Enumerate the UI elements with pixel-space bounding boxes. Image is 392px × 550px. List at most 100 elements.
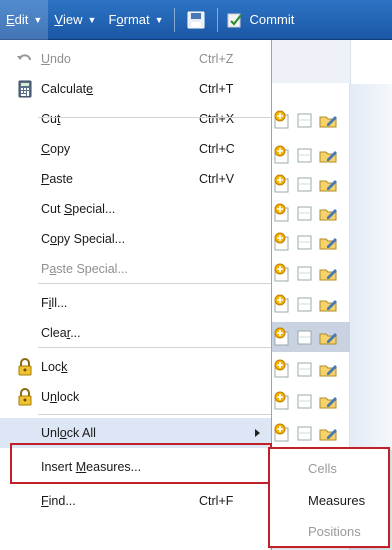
- folder-edit-icon[interactable]: [318, 391, 338, 411]
- folder-edit-icon[interactable]: [318, 359, 338, 379]
- folder-edit-icon[interactable]: [318, 263, 338, 283]
- menu-item-calculate[interactable]: Calculate Ctrl+T: [0, 74, 271, 104]
- menu-item-label: Paste: [41, 172, 73, 186]
- folder-edit-icon[interactable]: [318, 232, 338, 252]
- document-icon[interactable]: [295, 359, 315, 379]
- new-member-icon[interactable]: [272, 110, 292, 130]
- row-action-icons: [272, 258, 338, 288]
- menu-item-paste-special[interactable]: Paste Special...: [0, 254, 271, 284]
- menu-item-undo[interactable]: Undo Ctrl+Z: [0, 44, 271, 74]
- menu-item-label: Paste Special...: [41, 262, 128, 276]
- new-member-icon[interactable]: [272, 232, 292, 252]
- document-icon[interactable]: [295, 145, 315, 165]
- menu-edit[interactable]: Edit ▼: [0, 0, 49, 40]
- row-action-icons: [272, 227, 338, 257]
- calculator-icon: [18, 80, 32, 98]
- menu-format[interactable]: Fo rmat ▼: [102, 0, 169, 40]
- document-icon[interactable]: [295, 174, 315, 194]
- submenu-item-measures[interactable]: Measures: [270, 485, 388, 515]
- menu-item-label: Clear...: [41, 326, 81, 340]
- menu-item-shortcut: Ctrl+T: [199, 82, 234, 96]
- menu-item-shortcut: Ctrl+V: [199, 172, 235, 186]
- menu-format-pre: F: [108, 12, 117, 27]
- menu-item-shortcut: Ctrl+F: [199, 494, 234, 508]
- new-member-icon[interactable]: [272, 359, 292, 379]
- row-action-icons: [272, 418, 338, 448]
- commit-button[interactable]: Commit: [222, 11, 294, 29]
- menu-item-label: Cut: [41, 112, 61, 126]
- new-member-icon[interactable]: [272, 327, 292, 347]
- toolbar-separator: [216, 7, 218, 32]
- new-member-icon[interactable]: [272, 174, 292, 194]
- menu-item-find[interactable]: Find... Ctrl+F: [0, 486, 271, 516]
- unlock-all-submenu: Cells Measures Positions: [268, 447, 390, 548]
- folder-edit-icon[interactable]: [318, 145, 338, 165]
- menu-item-cut-special[interactable]: Cut Special...: [0, 194, 271, 224]
- folder-edit-icon[interactable]: [318, 203, 338, 223]
- menu-item-shortcut: Ctrl+C: [199, 142, 235, 156]
- menu-item-label: Lock: [41, 360, 68, 374]
- menu-edit-label: dit: [14, 12, 29, 27]
- row-action-icons: [272, 169, 338, 199]
- menu-separator: [38, 347, 271, 348]
- folder-edit-icon[interactable]: [318, 327, 338, 347]
- header-strip: [350, 40, 392, 84]
- menu-item-cut[interactable]: Cut Ctrl+X: [0, 104, 271, 134]
- lock-icon: [18, 358, 32, 376]
- folder-edit-icon[interactable]: [318, 294, 338, 314]
- menu-item-fill[interactable]: Fill...: [0, 288, 271, 318]
- new-member-icon[interactable]: [272, 423, 292, 443]
- chevron-right-icon: [255, 429, 260, 437]
- new-member-icon[interactable]: [272, 294, 292, 314]
- folder-edit-icon[interactable]: [318, 174, 338, 194]
- row-action-icons: [272, 105, 338, 135]
- menu-item-label: Cut Special...: [41, 202, 116, 216]
- menu-view-mnemonic: V: [54, 12, 63, 27]
- menu-item-label: Copy: [41, 142, 71, 156]
- new-member-icon[interactable]: [272, 263, 292, 283]
- menu-view-label: iew: [63, 12, 83, 27]
- menu-view[interactable]: View ▼: [48, 0, 102, 40]
- document-icon[interactable]: [295, 423, 315, 443]
- document-icon[interactable]: [295, 294, 315, 314]
- menu-item-shortcut: Ctrl+X: [199, 112, 235, 126]
- document-icon[interactable]: [295, 263, 315, 283]
- row-action-icons: [272, 386, 338, 416]
- menu-format-mnemonic: o: [116, 12, 124, 27]
- chevron-down-icon: ▼: [33, 14, 43, 25]
- row-action-icons: [272, 198, 338, 228]
- document-icon[interactable]: [295, 110, 315, 130]
- menu-item-label: Fill...: [41, 296, 68, 310]
- submenu-item-cells[interactable]: Cells: [270, 453, 388, 483]
- menu-item-label: Find...: [41, 494, 76, 508]
- document-icon[interactable]: [295, 391, 315, 411]
- folder-edit-icon[interactable]: [318, 110, 338, 130]
- menu-item-label: Undo: [41, 52, 71, 66]
- new-member-icon[interactable]: [272, 391, 292, 411]
- menu-item-copy[interactable]: Copy Ctrl+C: [0, 134, 271, 164]
- menu-item-unlock[interactable]: Unlock: [0, 382, 271, 412]
- menu-item-paste[interactable]: Paste Ctrl+V: [0, 164, 271, 194]
- menu-item-lock[interactable]: Lock: [0, 352, 271, 382]
- row-action-icons: [272, 354, 338, 384]
- document-icon[interactable]: [295, 327, 315, 347]
- menu-item-label: Unlock: [41, 390, 80, 404]
- menu-separator: [38, 414, 271, 415]
- folder-edit-icon[interactable]: [318, 423, 338, 443]
- new-member-icon[interactable]: [272, 145, 292, 165]
- save-icon[interactable]: [187, 11, 205, 29]
- menu-edit-mnemonic: E: [6, 12, 15, 27]
- undo-icon: [17, 54, 31, 61]
- document-icon[interactable]: [295, 203, 315, 223]
- document-icon[interactable]: [295, 232, 315, 252]
- menu-item-label: Unlock All: [41, 426, 96, 440]
- unlock-all-highlight: [10, 443, 272, 484]
- submenu-item-positions[interactable]: Positions: [270, 516, 388, 546]
- menu-item-clear[interactable]: Clear...: [0, 318, 271, 348]
- menu-item-label: Calculate: [41, 82, 94, 96]
- menu-separator: [38, 117, 271, 118]
- new-member-icon[interactable]: [272, 203, 292, 223]
- submenu-item-label: Measures: [308, 492, 366, 508]
- row-action-icons: [272, 289, 338, 319]
- menu-item-copy-special[interactable]: Copy Special...: [0, 224, 271, 254]
